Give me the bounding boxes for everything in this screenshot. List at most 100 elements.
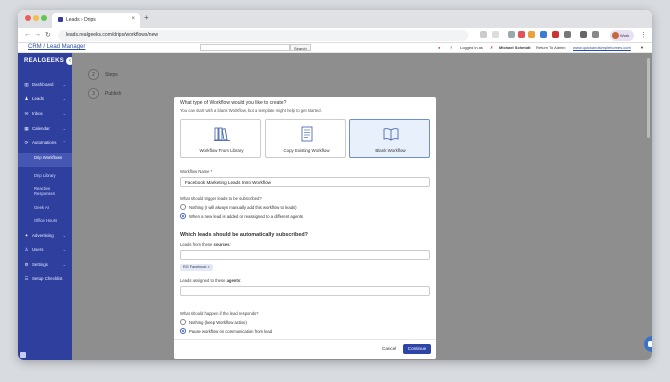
extension-icon[interactable]	[528, 31, 535, 38]
respond-option-nothing[interactable]: Nothing (keep Workflow active)	[180, 319, 247, 325]
settings-icon: ⚙	[24, 262, 29, 267]
workflow-from-library-card[interactable]: Workflow From Library	[180, 119, 261, 158]
sidebar-item-label: Calendar	[32, 126, 50, 131]
browser-menu-icon[interactable]: ⋮	[640, 31, 647, 39]
dropdown-chevron-icon[interactable]: ▼	[640, 45, 644, 50]
sidebar-item-settings[interactable]: ⚙ Settings ⌄	[18, 259, 72, 270]
radio-button[interactable]	[180, 204, 186, 210]
page-scrollbar[interactable]	[647, 58, 650, 138]
chevron-up-icon: ⌃	[62, 140, 66, 145]
extension-icon[interactable]	[540, 31, 547, 38]
forward-icon[interactable]: →	[34, 31, 41, 38]
extensions-puzzle-icon[interactable]	[564, 31, 571, 38]
bookmark-star-icon[interactable]	[492, 31, 499, 38]
source-tag[interactable]: RG Facebook ×	[180, 264, 213, 271]
responds-question: What should happen if the lead responds?	[180, 311, 259, 316]
user-flag-icon: ✗	[490, 45, 494, 50]
cancel-button[interactable]: Cancel	[378, 344, 400, 354]
trigger-option-manual[interactable]: Nothing (I will always manually add this…	[180, 204, 297, 210]
advertising-icon: ✦	[24, 233, 29, 238]
maximize-window-icon[interactable]	[41, 15, 47, 21]
trigger-option-new-lead[interactable]: When a new lead is added or reassigned t…	[180, 213, 303, 219]
zoom-icon[interactable]	[480, 31, 487, 38]
avatar	[612, 32, 619, 39]
workflow-name-label: Workflow Name *	[180, 169, 213, 174]
sources-input[interactable]	[180, 250, 430, 260]
sidebar-item-label: Inbox	[32, 111, 43, 116]
copy-document-icon	[301, 126, 313, 142]
new-tab-icon[interactable]: +	[144, 13, 149, 22]
checklist-icon: ☰	[24, 276, 29, 281]
extension-icon[interactable]	[508, 31, 515, 38]
sidebar-subitem-reactive-responses[interactable]: Reactive Responses	[18, 186, 72, 196]
chevron-down-icon: ⌄	[62, 96, 66, 101]
radio-label: Pause workflow on communication from lea…	[189, 329, 273, 334]
chevron-down-icon: ⌄	[62, 262, 66, 267]
radio-button-checked[interactable]	[180, 213, 186, 219]
agents-input[interactable]	[180, 286, 430, 296]
sidebar-item-advertising[interactable]: ✦ Advertising ⌄	[18, 230, 72, 241]
sidebar-item-label: Automations	[32, 140, 57, 145]
respond-option-pause[interactable]: Pause workflow on communication from lea…	[180, 328, 272, 334]
automations-icon: ⟳	[24, 140, 29, 145]
address-bar-row: ← → ↻ leads.realgeeks.com/drips/workflow…	[18, 28, 652, 43]
agents-label: Leads assigned to these agents:	[180, 278, 242, 283]
continue-button[interactable]: Continue	[403, 344, 431, 354]
sidebar: REALGEEKS ‹ ▥ Dashboard ⌄ ♟ Leads ⌄ ✉ Inbox ⌄ …	[18, 53, 74, 360]
user-name[interactable]: Michael Schmidt	[499, 45, 531, 50]
leads-icon: ♟	[24, 96, 29, 101]
extension-icon[interactable]	[518, 31, 525, 38]
minimize-window-icon[interactable]	[33, 15, 39, 21]
calendar-icon: ▦	[24, 126, 29, 131]
profile-button[interactable]: Work	[610, 30, 634, 41]
sidebar-item-label: Users	[32, 247, 44, 252]
sidebar-item-label: Advertising	[32, 233, 54, 238]
card-label: Copy Existing Workflow	[283, 148, 330, 153]
search-input[interactable]	[200, 44, 290, 51]
crm-lead-manager-link[interactable]: CRM / Lead Manager	[28, 44, 85, 50]
notifications-icon[interactable]: ●	[438, 45, 440, 50]
sidebar-footer-icon[interactable]	[20, 352, 26, 358]
sidebar-subitem-office-hours[interactable]: Office Hours	[18, 218, 72, 223]
brand-logo[interactable]: REALGEEKS	[24, 58, 64, 64]
site-link[interactable]: www.quickandsimplehomes.com	[573, 45, 631, 50]
sidebar-item-users[interactable]: ♙ Users ⌄	[18, 244, 72, 255]
sidebar-subitem-drip-library[interactable]: Drip Library	[18, 173, 72, 178]
copy-existing-workflow-card[interactable]: Copy Existing Workflow	[265, 119, 346, 158]
create-workflow-modal: What type of Workflow would you like to …	[174, 97, 436, 359]
source-tag-label: RG Facebook	[183, 265, 207, 269]
radio-button[interactable]	[180, 319, 186, 325]
radio-button-checked[interactable]	[180, 328, 186, 334]
blank-workflow-card[interactable]: Blank Workflow	[349, 119, 430, 158]
sidebar-item-label: Leads	[32, 96, 44, 101]
sidebar-subitem-drip-workflows[interactable]: Drip Workflows	[18, 153, 72, 167]
sidepanel-icon[interactable]	[592, 31, 599, 38]
workflow-name-input[interactable]: Facebook Marketing Leads Intro Workflow	[180, 177, 430, 187]
sidebar-item-inbox[interactable]: ✉ Inbox ⌄	[18, 108, 72, 119]
search-button[interactable]: Search	[290, 44, 311, 51]
remove-tag-icon[interactable]: ×	[208, 265, 210, 269]
sidebar-item-leads[interactable]: ♟ Leads ⌄	[18, 93, 72, 104]
sidebar-item-dashboard[interactable]: ▥ Dashboard ⌄	[18, 79, 72, 90]
browser-tab[interactable]: Leads › Drips ×	[52, 13, 140, 28]
modal-footer: Cancel Continue	[174, 339, 436, 359]
chevron-down-icon: ⌄	[62, 233, 66, 238]
sidebar-item-automations[interactable]: ⟳ Automations ⌃	[18, 137, 72, 148]
sidebar-item-calendar[interactable]: ▦ Calendar ⌄	[18, 123, 72, 134]
reload-icon[interactable]: ↻	[45, 31, 51, 39]
sidebar-item-setup-checklist[interactable]: ☰ Setup Checklist	[18, 273, 72, 284]
return-to-admin-link[interactable]: Return To Admin	[536, 45, 566, 50]
main-content: 2 Steps 3 Publish What type of Workflow wo…	[72, 53, 652, 360]
workflow-name-value: Facebook Marketing Leads Intro Workflow	[185, 180, 271, 185]
close-window-icon[interactable]	[25, 15, 31, 21]
back-icon[interactable]: ←	[24, 31, 31, 38]
close-tab-icon[interactable]: ×	[131, 16, 135, 22]
extension-icon[interactable]	[552, 31, 559, 38]
chevron-down-icon: ⌄	[62, 126, 66, 131]
url-field[interactable]: leads.realgeeks.com/drips/workflows/new	[58, 30, 468, 41]
tab-title: Leads › Drips	[66, 17, 96, 23]
sidebar-subitem-geek-ai[interactable]: Geek AI	[18, 205, 72, 210]
open-book-icon	[383, 128, 399, 141]
help-icon[interactable]: ?	[450, 45, 452, 50]
download-icon[interactable]	[580, 31, 587, 38]
